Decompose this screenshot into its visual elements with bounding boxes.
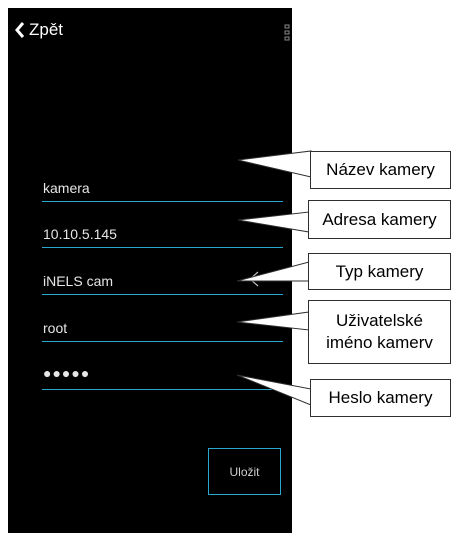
username-field[interactable]: root [42, 310, 283, 342]
callout-camera-name-text: Název kamery [326, 160, 435, 179]
username-value: root [43, 320, 68, 336]
camera-address-value: 10.10.5.145 [43, 226, 117, 242]
overflow-menu-icon[interactable] [284, 24, 290, 42]
callout-camera-type: Typ kamery [308, 253, 451, 290]
camera-type-value: iNELS cam [43, 273, 114, 289]
callout-username: Uživatelské iméno kamerv [308, 300, 451, 364]
camera-address-field[interactable]: 10.10.5.145 [42, 216, 283, 248]
callout-username-line2: iméno kamerv [326, 333, 433, 352]
camera-name-value: kamera [43, 180, 90, 196]
chevron-left-icon [15, 22, 25, 38]
back-label: Zpět [29, 20, 64, 39]
callout-username-line1: Uživatelské [336, 311, 423, 330]
callout-password-text: Heslo kamery [328, 388, 433, 407]
callout-camera-name: Název kamery [310, 151, 451, 189]
callout-password: Heslo kamery [310, 379, 451, 417]
phone-screen: Zpět kamera 10.10.5.145 iNELS cam root ●… [8, 8, 292, 533]
callout-camera-address: Adresa kamery [308, 200, 451, 239]
password-field[interactable]: ●●●●● [42, 358, 283, 390]
back-button[interactable]: Zpět [14, 20, 63, 40]
callout-camera-type-text: Typ kamery [335, 261, 424, 281]
camera-name-field[interactable]: kamera [42, 170, 283, 202]
chevron-left-icon [249, 271, 259, 287]
camera-type-select[interactable]: iNELS cam [42, 263, 283, 295]
callout-camera-address-text: Adresa kamery [322, 209, 437, 229]
save-button[interactable]: Uložit [208, 448, 281, 495]
save-label: Uložit [229, 464, 260, 479]
top-bar: Zpět [8, 8, 292, 52]
password-value: ●●●●● [43, 365, 91, 381]
